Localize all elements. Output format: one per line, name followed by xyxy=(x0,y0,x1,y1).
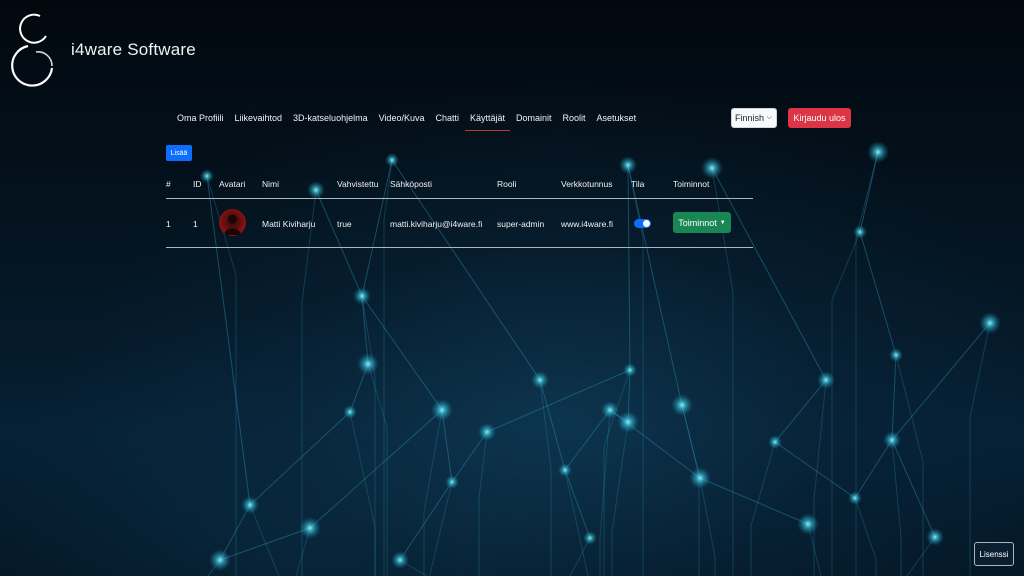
header-avatar: Avatari xyxy=(219,179,246,189)
header-num: # xyxy=(166,179,171,189)
main-nav: Oma Profiili Liikevaihtod 3D-katseluohje… xyxy=(172,109,642,131)
users-table: # ID Avatari Nimi Vahvistettu Sähköposti… xyxy=(166,170,753,248)
nav-liikevaihtod[interactable]: Liikevaihtod xyxy=(230,109,288,127)
header-role: Rooli xyxy=(497,179,517,189)
app-title: i4ware Software xyxy=(71,40,196,59)
table-header-row: # ID Avatari Nimi Vahvistettu Sähköposti… xyxy=(166,170,753,199)
header-email: Sähköposti xyxy=(390,179,433,189)
actions-dropdown-button[interactable]: Toiminnot ▼ xyxy=(673,212,731,233)
table-row: 1 1 Matti Kiviharju true matti.kiviharju… xyxy=(166,199,753,248)
header-actions: Toiminnot xyxy=(673,179,710,189)
license-button[interactable]: Lisenssi xyxy=(974,542,1014,566)
nav-domainit[interactable]: Domainit xyxy=(511,109,557,127)
nav-chatti[interactable]: Chatti xyxy=(430,109,464,127)
header-name: Nimi xyxy=(262,179,279,189)
logout-button[interactable]: Kirjaudu ulos xyxy=(788,108,851,128)
i4ware-logo xyxy=(11,13,54,87)
actions-dropdown-label: Toiminnot xyxy=(678,217,717,228)
chevron-down-icon: ⌵ xyxy=(766,114,772,121)
row-num: 1 xyxy=(166,219,171,229)
header-id: ID xyxy=(193,179,202,189)
row-id: 1 xyxy=(193,219,198,229)
person-silhouette-icon xyxy=(224,214,241,235)
background-circuit-art xyxy=(200,141,1001,576)
nav-3d-katseluohjelma[interactable]: 3D-katseluohjelma xyxy=(288,109,373,127)
row-name: Matti Kiviharju xyxy=(262,219,316,229)
add-user-button[interactable]: Lisää xyxy=(166,145,192,161)
nav-roolit[interactable]: Roolit xyxy=(558,109,591,127)
header-verified: Vahvistettu xyxy=(337,179,379,189)
status-toggle[interactable] xyxy=(634,219,651,228)
language-select-value: Finnish xyxy=(735,113,765,123)
row-domain: www.i4ware.fi xyxy=(561,219,613,229)
header-status: Tila xyxy=(631,179,645,189)
nav-asetukset[interactable]: Asetukset xyxy=(592,109,642,127)
caret-down-icon: ▼ xyxy=(719,219,726,226)
header-domain: Verkkotunnus xyxy=(561,179,613,189)
avatar xyxy=(219,209,246,236)
row-role: super-admin xyxy=(497,219,545,229)
row-email: matti.kiviharju@i4ware.fi xyxy=(390,219,483,229)
language-select[interactable]: Finnish ⌵ xyxy=(731,108,777,128)
nav-oma-profiili[interactable]: Oma Profiili xyxy=(172,109,229,127)
row-verified: true xyxy=(337,219,352,229)
nav-kayttajat[interactable]: Käyttäjät xyxy=(464,109,511,131)
nav-video-kuva[interactable]: Video/Kuva xyxy=(374,109,430,127)
